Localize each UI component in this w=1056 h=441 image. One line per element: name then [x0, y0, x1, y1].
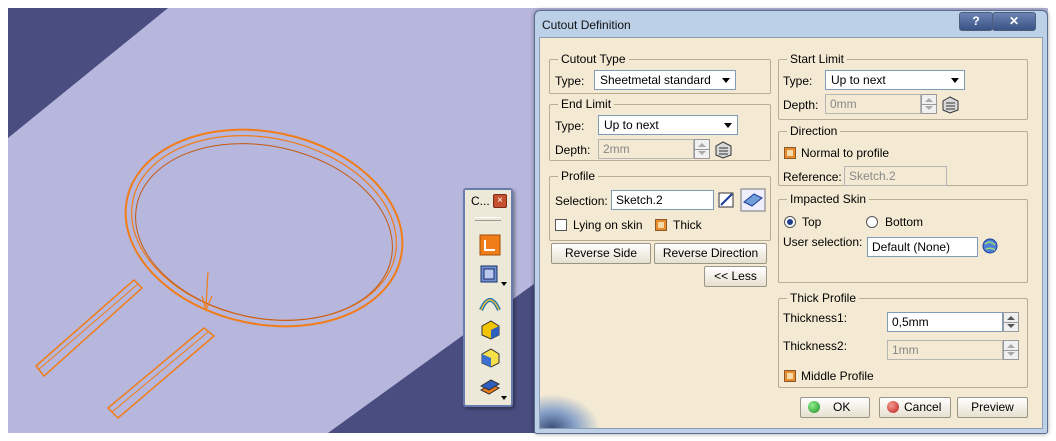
toolbar-title: C... [471, 194, 490, 208]
toolbar-titlebar[interactable]: C... × [465, 190, 511, 212]
start-limit-depth-label: Depth: [783, 98, 819, 112]
solid-cube-icon[interactable] [479, 318, 501, 340]
measure-cube-icon[interactable] [940, 94, 960, 114]
flange-icon[interactable] [479, 234, 501, 256]
cutout-type-select[interactable]: Sheetmetal standard [594, 70, 736, 90]
ok-label: OK [833, 400, 851, 414]
toolbar-grip[interactable] [475, 217, 501, 221]
cancel-button[interactable]: Cancel [879, 397, 951, 418]
end-limit-depth-stepper[interactable] [694, 139, 710, 159]
thick-profile-legend: Thick Profile [790, 291, 857, 305]
thickness2-field[interactable]: 1mm [887, 340, 1003, 360]
cutout-type-legend: Cutout Type [561, 52, 626, 66]
reference-field[interactable]: Sketch.2 [844, 166, 947, 186]
background-stripe-top [8, 8, 168, 138]
bend-icon[interactable] [479, 290, 501, 312]
cutout-part[interactable] [34, 105, 421, 420]
sheet-stack-icon[interactable] [479, 376, 501, 398]
earth-watermark [540, 394, 600, 428]
thick-label: Thick [673, 218, 702, 232]
less-button[interactable]: << Less [704, 266, 767, 287]
start-limit-legend: Start Limit [790, 52, 845, 66]
globe-selection-icon[interactable] [980, 236, 1000, 256]
profile-legend: Profile [561, 169, 596, 183]
start-limit-depth-stepper[interactable] [921, 94, 937, 114]
end-limit-type-select[interactable]: Up to next [598, 115, 738, 135]
reverse-direction-button[interactable]: Reverse Direction [654, 243, 767, 264]
start-limit-type-select[interactable]: Up to next [825, 70, 965, 90]
cube-tool-icon[interactable] [479, 262, 501, 284]
top-label: Top [802, 215, 822, 229]
lying-on-skin-label: Lying on skin [573, 218, 643, 232]
start-limit-type-label: Type: [783, 74, 813, 88]
thickness2-stepper[interactable] [1003, 340, 1019, 360]
start-limit-depth-field[interactable]: 0mm [825, 94, 921, 114]
lying-on-skin-checkbox[interactable] [555, 219, 567, 231]
chevron-down-icon [951, 78, 959, 83]
sheet-stack-dropdown-icon[interactable] [501, 396, 507, 400]
cancel-icon [887, 401, 899, 413]
top-radio[interactable] [784, 216, 796, 228]
measure-cube-icon[interactable] [713, 139, 733, 159]
start-limit-type-value: Up to next [831, 73, 886, 87]
middle-profile-checkbox[interactable] [784, 370, 796, 382]
cutout-type-value: Sheetmetal standard [600, 73, 711, 87]
dialog-client-area: Cutout Type Type: Sheetmetal standard En… [539, 37, 1043, 429]
ok-button[interactable]: OK [800, 397, 870, 418]
reverse-side-button[interactable]: Reverse Side [551, 243, 651, 264]
end-limit-depth-field[interactable]: 2mm [598, 139, 694, 159]
user-selection-field[interactable]: Default (None) [867, 237, 978, 257]
thickness2-label: Thickness2: [783, 339, 848, 353]
sketcher-icon[interactable] [740, 188, 766, 212]
toolbar-close-button[interactable]: × [493, 194, 507, 208]
cutout-definition-dialog[interactable]: Cutout Definition ? ✕ Cutout Type Type: … [534, 10, 1048, 434]
cutout-type-label: Type: [555, 74, 585, 88]
close-button[interactable]: ✕ [992, 12, 1036, 31]
selection-label: Selection: [555, 194, 608, 208]
end-limit-type-value: Up to next [604, 118, 659, 132]
chevron-down-icon [724, 123, 732, 128]
impacted-skin-legend: Impacted Skin [790, 192, 867, 206]
direction-legend: Direction [790, 124, 838, 138]
chevron-down-icon [722, 78, 730, 83]
normal-to-profile-checkbox[interactable] [784, 147, 796, 159]
cube-tool-dropdown-icon[interactable] [501, 282, 507, 286]
thickness1-stepper[interactable] [1003, 312, 1019, 332]
thickness1-field[interactable]: 0,5mm [887, 312, 1003, 332]
thickness1-label: Thickness1: [783, 311, 848, 325]
reference-label: Reference: [783, 170, 842, 184]
yellow-cube-icon[interactable] [479, 346, 501, 368]
bottom-radio[interactable] [866, 216, 878, 228]
user-selection-label: User selection: [783, 235, 863, 249]
ok-icon [808, 401, 820, 413]
normal-to-profile-label: Normal to profile [801, 146, 890, 160]
bottom-label: Bottom [885, 215, 924, 229]
help-button[interactable]: ? [959, 12, 993, 31]
end-limit-depth-label: Depth: [555, 143, 591, 157]
sketch-edit-icon[interactable] [717, 190, 737, 210]
sheetmetal-toolbar[interactable]: C... × [463, 188, 513, 407]
dialog-title: Cutout Definition [542, 18, 631, 32]
preview-button[interactable]: Preview [957, 397, 1028, 418]
cancel-label: Cancel [904, 400, 942, 414]
thick-checkbox[interactable] [655, 219, 667, 231]
middle-profile-label: Middle Profile [801, 369, 874, 383]
end-limit-legend: End Limit [561, 97, 612, 111]
end-limit-type-label: Type: [555, 119, 585, 133]
selection-field[interactable]: Sketch.2 [611, 190, 714, 210]
